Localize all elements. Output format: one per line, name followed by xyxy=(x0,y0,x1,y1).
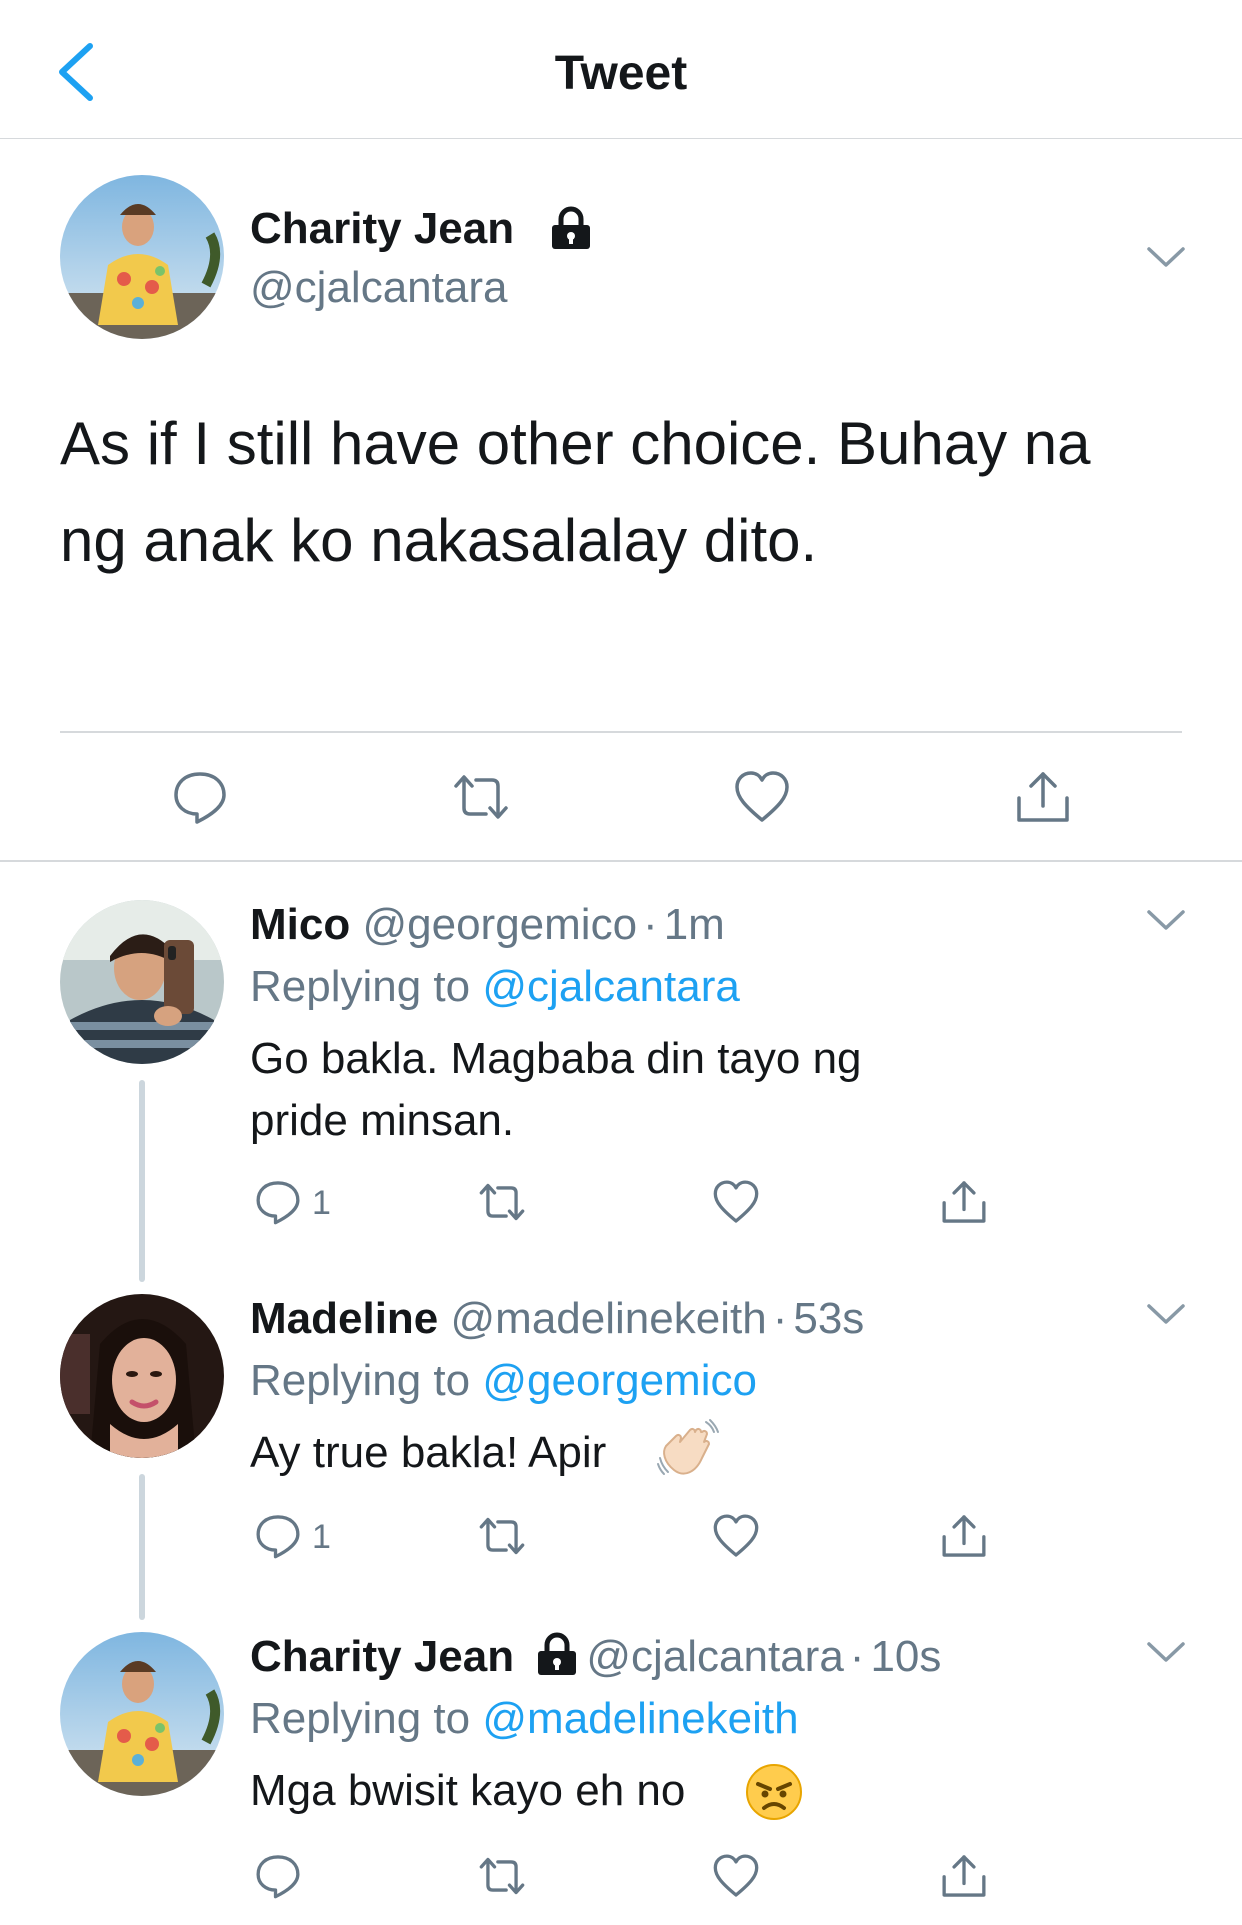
chevron-down-icon[interactable] xyxy=(1146,1641,1186,1663)
main-tweet-handle[interactable]: @cjalcantara xyxy=(250,260,507,316)
share-icon[interactable] xyxy=(940,1852,988,1900)
avatar[interactable] xyxy=(60,1632,224,1796)
reply-time[interactable]: 1m xyxy=(664,900,725,949)
reply-icon[interactable] xyxy=(254,1178,302,1226)
avatar[interactable] xyxy=(60,1294,224,1458)
reply-header: Madeline @madelinekeith · 53s xyxy=(250,1288,864,1350)
reply-count: 1 xyxy=(312,1518,331,1556)
reply-time[interactable]: 53s xyxy=(793,1294,864,1343)
avatar[interactable] xyxy=(60,900,224,1064)
reply-handle[interactable]: @georgemico xyxy=(362,900,637,949)
waving-hand-emoji xyxy=(657,1419,719,1475)
separator-dot: · xyxy=(849,1632,865,1681)
angry-face-emoji xyxy=(746,1764,802,1820)
reply-text-line: Ay true bakla! Apir xyxy=(250,1428,607,1477)
header: Tweet xyxy=(0,0,1242,139)
separator-dot: · xyxy=(643,900,658,949)
main-tweet-name[interactable]: Charity Jean xyxy=(250,200,514,258)
heart-icon[interactable] xyxy=(712,1512,760,1560)
reply-tweet[interactable]: Charity Jean @cjalcantara · 10s Replying t… xyxy=(0,1594,1242,1925)
reply-handle[interactable]: @cjalcantara xyxy=(586,1632,843,1681)
reply-icon[interactable] xyxy=(171,768,229,826)
reply-text: Go bakla. Magbaba din tayo ng pride mins… xyxy=(250,1028,862,1152)
retweet-icon[interactable] xyxy=(478,1512,526,1560)
replying-to: Replying to @madelinekeith xyxy=(250,1688,799,1750)
chevron-down-icon[interactable] xyxy=(1146,246,1186,268)
replying-to-link[interactable]: @cjalcantara xyxy=(482,962,739,1011)
heart-icon[interactable] xyxy=(712,1178,760,1226)
retweet-icon[interactable] xyxy=(452,768,510,826)
reply-time[interactable]: 10s xyxy=(870,1632,941,1681)
main-tweet-text-line: ng anak ko nakasalalay dito. xyxy=(60,507,818,574)
page-title: Tweet xyxy=(554,47,688,100)
main-tweet-text: As if I still have other choice. Buhay n… xyxy=(60,395,1190,589)
replying-prefix: Replying to xyxy=(250,1356,471,1405)
chevron-down-icon[interactable] xyxy=(1146,1303,1186,1325)
lock-icon xyxy=(538,1632,577,1675)
replying-to-link[interactable]: @madelinekeith xyxy=(482,1694,798,1743)
reply-header: Charity Jean @cjalcantara · 10s xyxy=(250,1626,941,1688)
reply-text: Mga bwisit kayo eh no xyxy=(250,1760,685,1822)
share-icon[interactable] xyxy=(1014,768,1072,826)
reply-header: Mico @georgemico · 1m xyxy=(250,894,725,956)
heart-icon[interactable] xyxy=(712,1852,760,1900)
reply-icon[interactable] xyxy=(254,1852,302,1900)
separator-dot: · xyxy=(772,1294,788,1343)
reply-text-line: Mga bwisit kayo eh no xyxy=(250,1766,686,1815)
reply-text-line: Go bakla. Magbaba din tayo ng xyxy=(250,1034,862,1083)
reply-name[interactable]: Mico xyxy=(250,900,350,949)
reply-text-line: pride minsan. xyxy=(250,1096,515,1145)
reply-tweet[interactable]: Mico @georgemico · 1m Replying to @cjalcan… xyxy=(0,862,1242,1252)
avatar[interactable] xyxy=(60,175,224,339)
reply-icon[interactable] xyxy=(254,1512,302,1560)
replying-prefix: Replying to xyxy=(250,1694,471,1743)
replying-prefix: Replying to xyxy=(250,962,471,1011)
lock-icon xyxy=(552,206,590,249)
chevron-down-icon[interactable] xyxy=(1146,909,1186,931)
replying-to: Replying to @georgemico xyxy=(250,1350,757,1412)
replying-to-link[interactable]: @georgemico xyxy=(482,1356,757,1405)
reply-count: 1 xyxy=(312,1184,331,1222)
retweet-icon[interactable] xyxy=(478,1852,526,1900)
replying-to: Replying to @cjalcantara xyxy=(250,956,740,1018)
header-divider xyxy=(0,138,1242,139)
reply-name[interactable]: Madeline xyxy=(250,1294,438,1343)
heart-icon[interactable] xyxy=(733,768,791,826)
main-tweet-text-line: As if I still have other choice. Buhay n… xyxy=(60,410,1091,477)
reply-name[interactable]: Charity Jean xyxy=(250,1632,514,1681)
retweet-icon[interactable] xyxy=(478,1178,526,1226)
share-icon[interactable] xyxy=(940,1178,988,1226)
reply-text: Ay true bakla! Apir xyxy=(250,1422,606,1484)
reply-tweet[interactable]: Madeline @madelinekeith · 53s Replying to … xyxy=(0,1256,1242,1626)
reply-handle[interactable]: @madelinekeith xyxy=(451,1294,767,1343)
tweet-divider xyxy=(60,731,1182,733)
share-icon[interactable] xyxy=(940,1512,988,1560)
